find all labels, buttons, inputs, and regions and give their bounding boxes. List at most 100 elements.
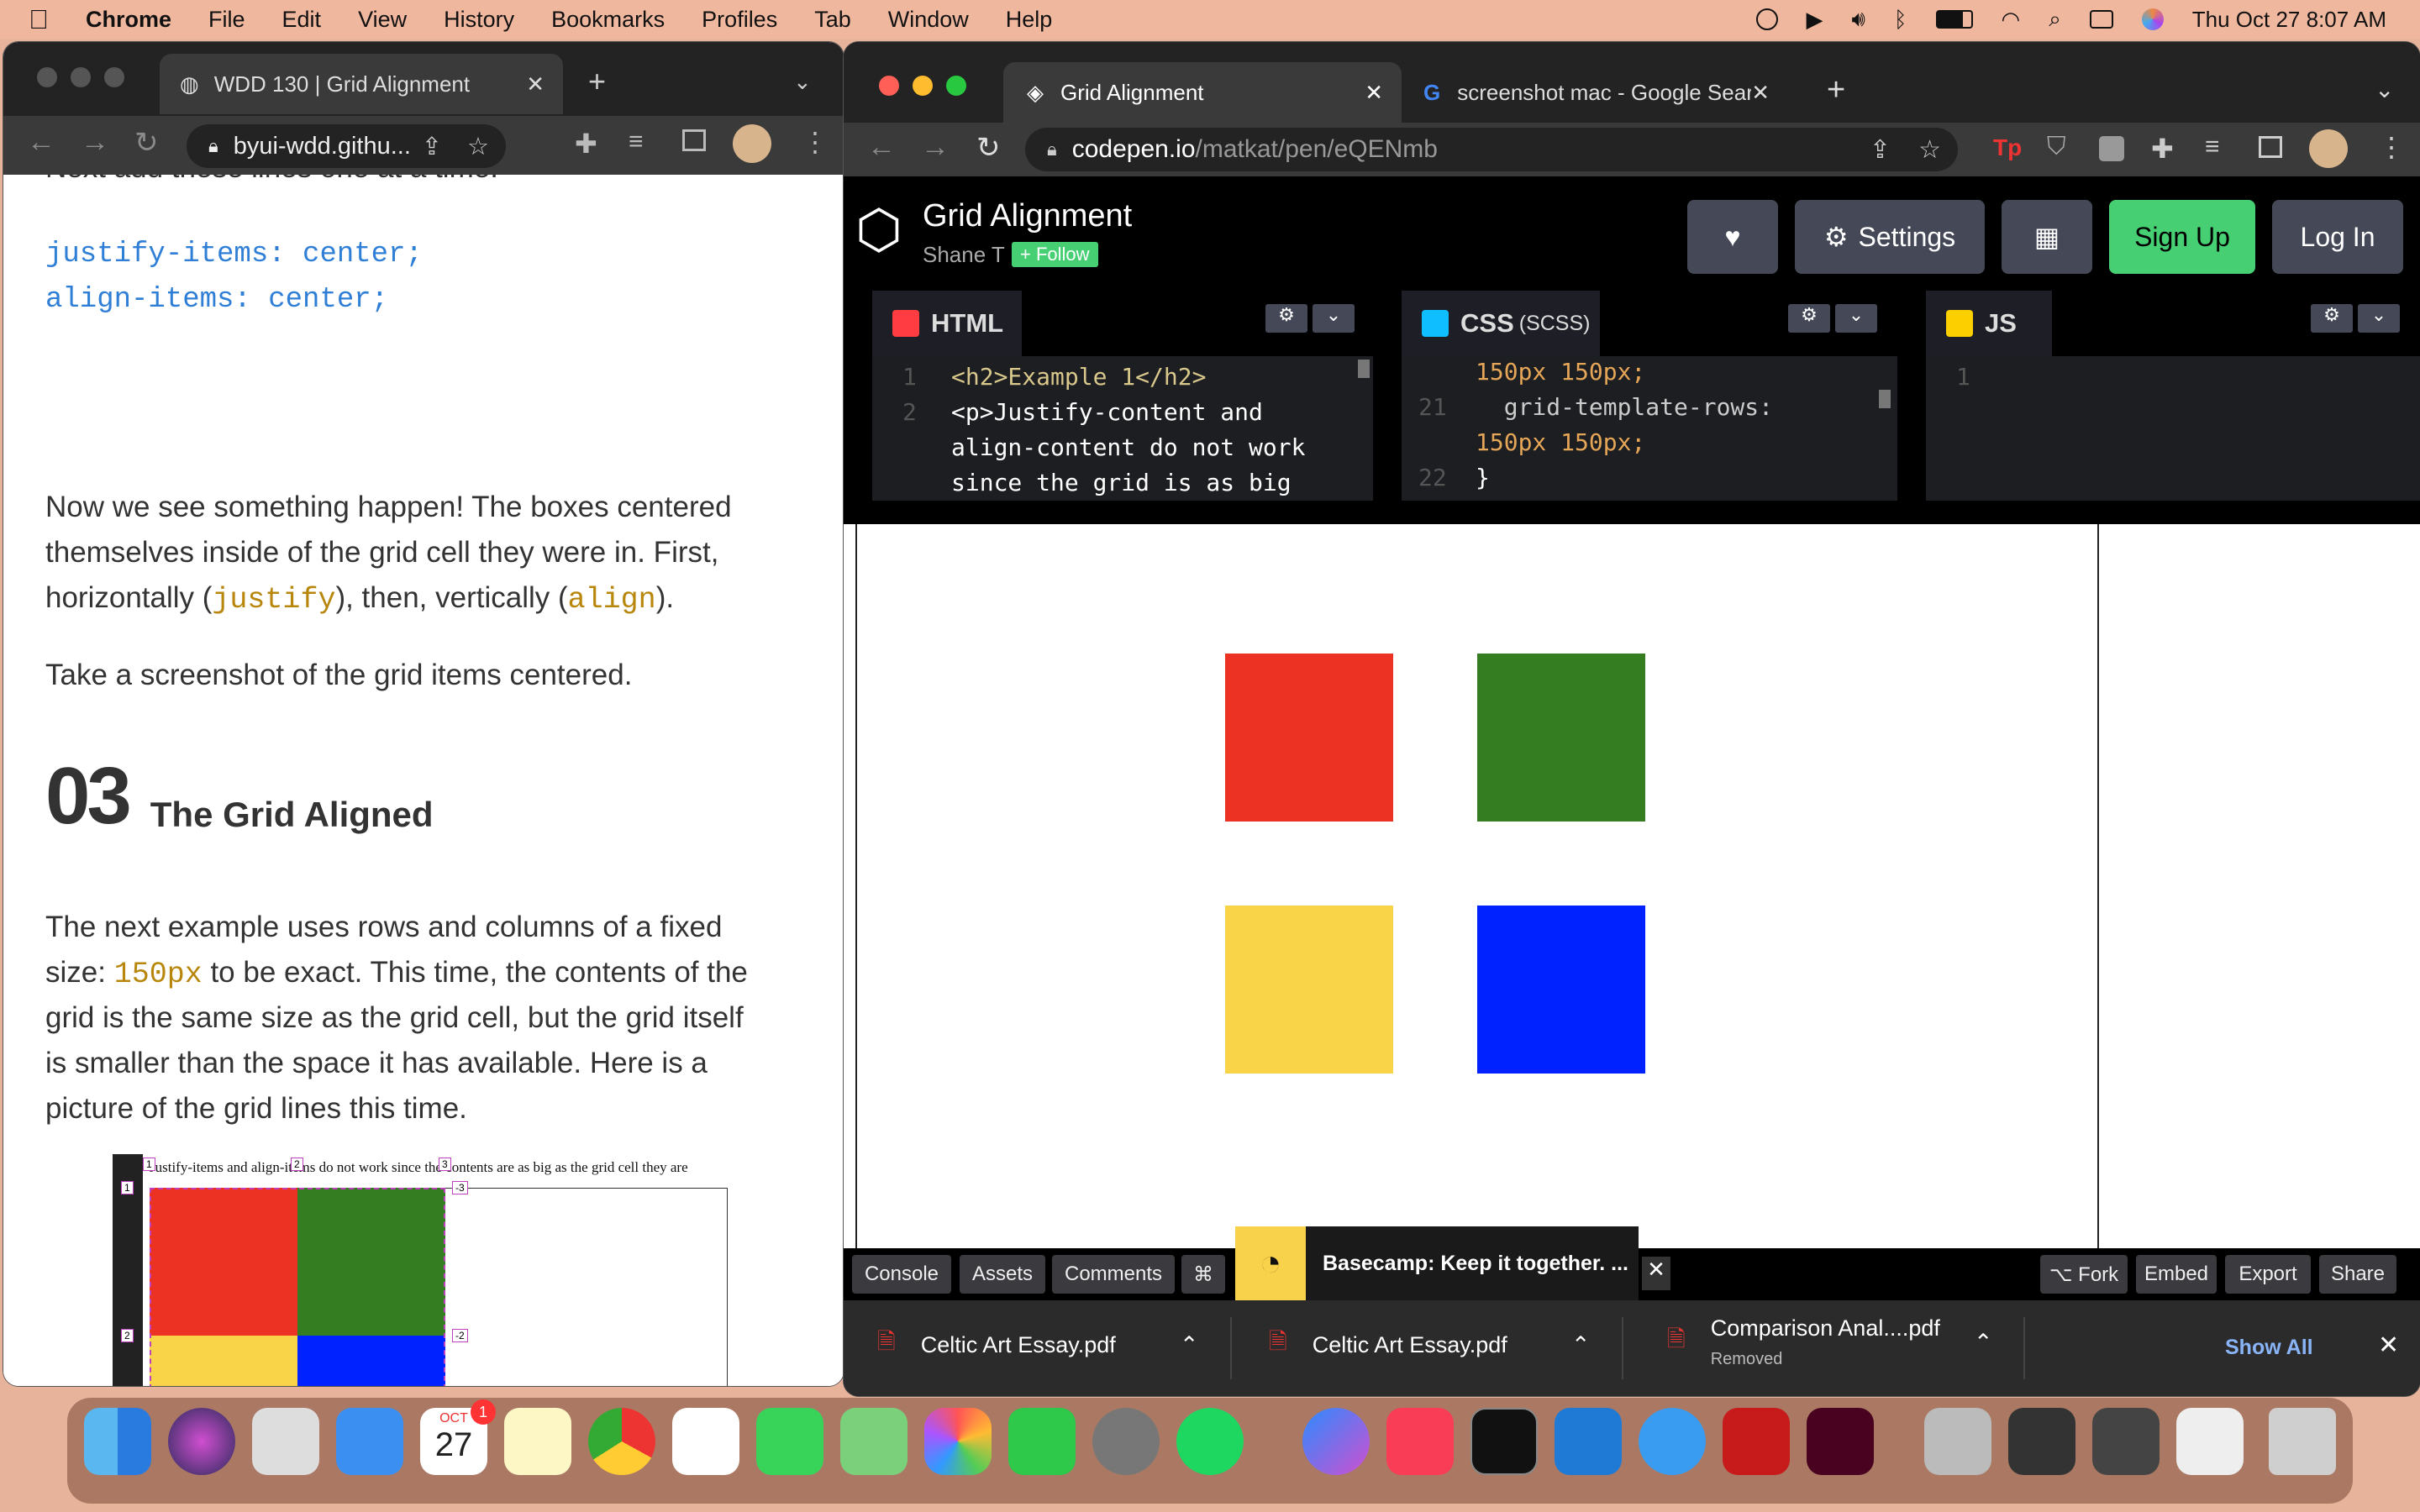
chevron-up-icon[interactable]: ⌃ [1571, 1332, 1591, 1358]
messenger-icon[interactable] [1302, 1408, 1370, 1475]
minimized-window-3-icon[interactable] [2092, 1408, 2160, 1475]
tp-extension-icon[interactable]: Tp [1993, 134, 2022, 161]
battery-icon[interactable] [1935, 10, 1973, 29]
side-panel-icon[interactable] [2259, 136, 2282, 158]
reminders-icon[interactable] [672, 1408, 739, 1475]
menu-help[interactable]: Help [1006, 7, 1053, 33]
facetime-icon[interactable] [1008, 1408, 1076, 1475]
new-tab-icon[interactable]: + [588, 64, 606, 99]
bookmark-star-icon[interactable]: ☆ [1918, 135, 1941, 165]
vscode-icon[interactable] [1555, 1408, 1622, 1475]
menu-datetime[interactable]: Thu Oct 27 8:07 AM [2192, 7, 2386, 33]
back-icon[interactable]: ← [867, 131, 896, 164]
export-button[interactable]: Export [2225, 1255, 2311, 1294]
mail-icon[interactable] [336, 1408, 403, 1475]
console-button[interactable]: Console [852, 1255, 951, 1294]
address-bar[interactable]: 🔒︎ byui-wdd.githu... ⇪ ☆ [187, 124, 506, 168]
control-center-icon[interactable] [2089, 10, 2113, 29]
js-collapse-icon[interactable]: ⌄ [2358, 304, 2400, 333]
follow-button[interactable]: + Follow [1012, 242, 1098, 267]
css-settings-icon[interactable]: ⚙ [1788, 304, 1830, 333]
address-bar[interactable]: 🔒︎ codepen.io/matkat/pen/eQENmb ⇪ ☆ [1025, 128, 1958, 171]
terminal-icon[interactable] [1470, 1408, 1538, 1475]
layout-button[interactable]: ▦ [2002, 200, 2092, 274]
js-settings-icon[interactable]: ⚙ [2311, 304, 2353, 333]
menu-bookmarks[interactable]: Bookmarks [551, 7, 665, 33]
tab-grid-alignment[interactable]: ◈ Grid Alignment ✕ [1003, 62, 1402, 123]
spotify-icon[interactable] [1176, 1408, 1244, 1475]
css-scrollbar[interactable] [1879, 390, 1891, 408]
resize-bar[interactable] [844, 501, 2420, 524]
close-ad-icon[interactable]: ✕ [1642, 1257, 1670, 1290]
html-scrollbar[interactable] [1358, 360, 1370, 378]
reading-list-icon[interactable]: ≡ [2205, 133, 2220, 161]
close-window-button[interactable] [37, 67, 57, 87]
forward-icon[interactable]: → [921, 131, 950, 164]
embed-button[interactable]: Embed [2136, 1255, 2217, 1294]
css-collapse-icon[interactable]: ⌄ [1835, 304, 1877, 333]
extensions-icon[interactable]: ✚ [575, 128, 597, 160]
reload-icon[interactable]: ↻ [134, 126, 159, 160]
html-panel-tab[interactable]: HTML [872, 291, 1022, 356]
menu-profiles[interactable]: Profiles [702, 7, 777, 33]
menu-view[interactable]: View [358, 7, 407, 33]
minimize-window-button[interactable] [913, 76, 933, 96]
tab-google-search[interactable]: G screenshot mac - Google Searc ✕ [1402, 62, 1788, 123]
js-editor[interactable]: 1 [1926, 356, 2420, 501]
extensions-icon[interactable]: ✚ [2151, 133, 2174, 165]
safari-icon[interactable] [1639, 1408, 1706, 1475]
html-editor[interactable]: 1 <h2>Example 1</h2> 2 <p>Justify-conten… [872, 356, 1373, 501]
settings-button[interactable]: ⚙ Settings [1795, 200, 1985, 274]
chrome-icon[interactable] [588, 1408, 655, 1475]
siri-icon[interactable] [168, 1408, 235, 1475]
download-item[interactable]: 🗎 Comparison Anal....pdf Removed ⌃ [1667, 1315, 1993, 1369]
indesign-icon[interactable] [1807, 1408, 1874, 1475]
menu-history[interactable]: History [444, 7, 514, 33]
apple-icon[interactable]:  [29, 4, 49, 35]
side-panel-icon[interactable] [682, 129, 706, 151]
assets-button[interactable]: Assets [960, 1255, 1045, 1294]
zoom-window-button[interactable] [104, 67, 124, 87]
tab-list-chevron-icon[interactable]: ⌄ [2375, 76, 2394, 103]
close-tab-icon[interactable]: ✕ [1751, 80, 1770, 106]
minimized-window-2-icon[interactable] [2008, 1408, 2075, 1475]
share-button[interactable]: Share [2319, 1255, 2396, 1294]
back-icon[interactable]: ← [27, 126, 55, 159]
new-tab-icon[interactable]: + [1827, 72, 1845, 108]
basecamp-ad[interactable]: ◔ Basecamp: Keep it together. ... [1235, 1226, 1639, 1300]
messages-icon[interactable] [756, 1408, 823, 1475]
menu-edit[interactable]: Edit [282, 7, 322, 33]
download-item[interactable]: 🗎 Celtic Art Essay.pdf ⌃ [877, 1326, 1198, 1364]
volume-icon[interactable]: 🔊︎ [1852, 6, 1865, 33]
reading-list-icon[interactable]: ≡ [629, 128, 644, 156]
minimized-window-4-icon[interactable] [2176, 1408, 2244, 1475]
signup-button[interactable]: Sign Up [2109, 200, 2255, 274]
share-icon[interactable]: ⇪ [1870, 135, 1891, 165]
forward-icon[interactable]: → [81, 126, 109, 159]
html-settings-icon[interactable]: ⚙ [1265, 304, 1307, 333]
fork-button[interactable]: ⌥ Fork [2040, 1255, 2128, 1294]
html-collapse-icon[interactable]: ⌄ [1313, 304, 1355, 333]
close-shelf-icon[interactable]: ✕ [2378, 1331, 2399, 1360]
comments-button[interactable]: Comments [1052, 1255, 1175, 1294]
finder-icon[interactable] [84, 1408, 151, 1475]
show-all-button[interactable]: Show All [2225, 1336, 2313, 1360]
minimize-window-button[interactable] [71, 67, 91, 87]
css-panel-tab[interactable]: CSS (SCSS) [1402, 291, 1600, 356]
heart-button[interactable]: ♥ [1687, 200, 1778, 274]
acrobat-icon[interactable] [1723, 1408, 1790, 1475]
wifi-icon[interactable]: ◠ [2002, 7, 2021, 33]
close-tab-icon[interactable]: ✕ [1365, 80, 1383, 106]
codepen-logo-icon[interactable]: ⬡ [855, 198, 902, 261]
music-icon[interactable] [1386, 1408, 1454, 1475]
system-preferences-icon[interactable] [1092, 1408, 1160, 1475]
css-editor[interactable]: 150px 150px; 21 grid-template-rows: 150p… [1402, 356, 1897, 501]
creative-cloud-icon[interactable] [1755, 8, 1778, 30]
calendar-icon[interactable]: OCT 27 1 [420, 1399, 496, 1475]
reload-icon[interactable]: ↻ [976, 131, 1001, 165]
maps-icon[interactable] [840, 1408, 908, 1475]
menu-window[interactable]: Window [888, 7, 969, 33]
chevron-up-icon[interactable]: ⌃ [1180, 1332, 1199, 1358]
avatar[interactable] [733, 124, 771, 163]
menu-file[interactable]: File [208, 7, 245, 33]
